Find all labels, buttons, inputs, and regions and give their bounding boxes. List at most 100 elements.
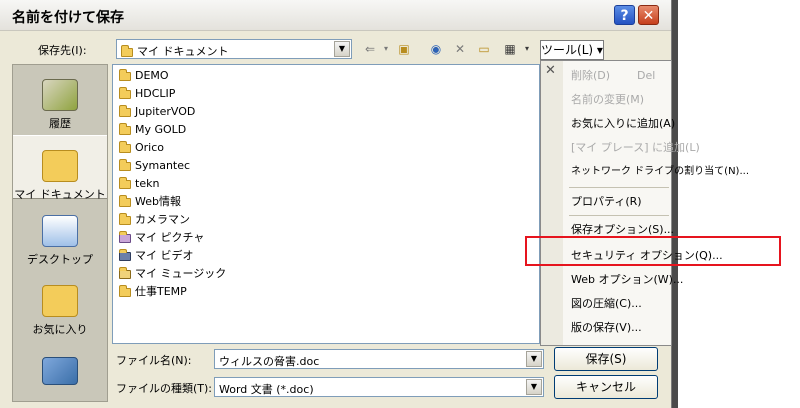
file-name: カメラマン — [135, 213, 190, 226]
place-my-documents[interactable]: マイ ドキュメント — [13, 135, 107, 201]
menu-item-add-to-my-places[interactable]: [マイ プレース] に追加(L) — [571, 137, 700, 159]
chevron-down-icon[interactable]: ▼ — [526, 351, 542, 367]
place-favorites[interactable]: お気に入り — [13, 285, 107, 337]
tools-menu-button[interactable]: ツール(L) ▾ — [540, 40, 604, 60]
outside-area — [672, 0, 800, 408]
folder-icon — [119, 194, 131, 207]
menu-item-web-options[interactable]: Web オプション(W)... — [571, 269, 683, 291]
list-item[interactable]: HDCLIP — [119, 85, 175, 103]
list-item[interactable]: カメラマン — [119, 211, 190, 229]
file-name: DEMO — [135, 69, 169, 82]
list-item[interactable]: Orico — [119, 139, 164, 157]
save-as-dialog: 名前を付けて保存 ? ✕ 保存先(I): マイ ドキュメント ▼ ⇐ ▾ ▣ ◉… — [0, 0, 749, 408]
file-name: Web情報 — [135, 195, 181, 208]
history-icon — [42, 79, 78, 111]
folder-icon — [119, 140, 131, 153]
up-folder-icon[interactable]: ▣ — [394, 40, 414, 58]
filetype-value: Word 文書 (*.doc) — [219, 383, 314, 396]
views-dropdown-icon[interactable]: ▾ — [522, 40, 532, 58]
file-name: tekn — [135, 177, 160, 190]
location-value: マイ ドキュメント — [137, 45, 229, 58]
folder-icon — [119, 122, 131, 135]
places-bar: 履歴 マイ ドキュメント デスクトップ お気に入り — [12, 64, 108, 402]
views-icon[interactable]: ▦ — [500, 40, 520, 58]
file-list[interactable]: DEMO HDCLIP JupiterVOD My GOLD Orico Sym… — [112, 64, 540, 344]
place-label: マイ ドキュメント — [14, 188, 106, 201]
chevron-down-icon[interactable]: ▼ — [334, 41, 350, 57]
chevron-down-icon[interactable]: ▼ — [526, 379, 542, 395]
folder-icon — [119, 284, 131, 297]
my-videos-icon — [119, 248, 131, 261]
menu-item-label: 削除(D) — [571, 69, 611, 82]
place-label: デスクトップ — [27, 253, 93, 266]
list-item[interactable]: マイ ピクチャ — [119, 229, 204, 247]
folder-icon — [119, 86, 131, 99]
file-name: 仕事TEMP — [135, 285, 187, 298]
save-button[interactable]: 保存(S) — [554, 347, 658, 371]
folder-icon — [119, 158, 131, 171]
list-item[interactable]: Web情報 — [119, 193, 181, 211]
list-item[interactable]: マイ ミュージック — [119, 265, 226, 283]
menu-icon-strip — [541, 61, 563, 345]
location-value-wrap: マイ ドキュメント — [121, 43, 229, 59]
folder-icon — [119, 68, 131, 81]
list-item[interactable]: Symantec — [119, 157, 190, 175]
filetype-label: ファイルの種類(T): — [116, 382, 213, 395]
place-label: 履歴 — [49, 117, 71, 130]
folder-icon — [119, 176, 131, 189]
file-name: My GOLD — [135, 123, 187, 136]
new-folder-icon[interactable]: ▭ — [474, 40, 494, 58]
menu-item-save-version[interactable]: 版の保存(V)... — [571, 317, 642, 339]
menu-item-compress-pictures[interactable]: 図の圧縮(C)... — [571, 293, 642, 315]
place-label: お気に入り — [32, 323, 88, 336]
search-web-icon[interactable]: ◉ — [426, 40, 446, 58]
file-name: マイ ピクチャ — [135, 231, 205, 244]
filename-value: ウィルスの脅害.doc — [219, 355, 320, 368]
favorites-icon — [42, 285, 78, 317]
my-pictures-icon — [119, 230, 131, 243]
list-item[interactable]: tekn — [119, 175, 159, 193]
folder-icon — [119, 104, 131, 117]
file-name: マイ ミュージック — [135, 267, 227, 280]
list-item[interactable]: 仕事TEMP — [119, 283, 187, 301]
place-desktop[interactable]: デスクトップ — [13, 215, 107, 267]
list-item[interactable]: JupiterVOD — [119, 103, 195, 121]
my-music-icon — [119, 266, 131, 279]
place-network[interactable] — [13, 357, 107, 389]
delete-icon: ✕ — [545, 63, 556, 78]
folder-icon — [121, 44, 133, 57]
menu-item-properties[interactable]: プロパティ(R) — [571, 191, 642, 213]
highlight-box — [525, 236, 781, 266]
menu-separator — [569, 215, 669, 216]
my-documents-icon — [42, 150, 78, 182]
back-dropdown-icon[interactable]: ▾ — [382, 40, 390, 58]
menu-item-map-network-drive[interactable]: ネットワーク ドライブの割り当て(N)... — [571, 161, 749, 183]
help-button[interactable]: ? — [614, 5, 635, 25]
delete-icon[interactable]: ✕ — [450, 40, 470, 58]
folder-icon — [119, 212, 131, 225]
screenshot: 名前を付けて保存 ? ✕ 保存先(I): マイ ドキュメント ▼ ⇐ ▾ ▣ ◉… — [0, 0, 800, 408]
title-bar: 名前を付けて保存 ? ✕ — [0, 0, 671, 31]
cancel-button[interactable]: キャンセル — [554, 375, 658, 399]
file-name: HDCLIP — [135, 87, 176, 100]
file-name: JupiterVOD — [135, 105, 196, 118]
location-combo[interactable]: マイ ドキュメント ▼ — [116, 39, 352, 59]
back-icon[interactable]: ⇐ — [360, 40, 380, 58]
window-edge — [672, 0, 678, 408]
menu-item-rename[interactable]: 名前の変更(M) — [571, 89, 644, 111]
desktop-icon — [42, 215, 78, 247]
filetype-select[interactable]: Word 文書 (*.doc) ▼ — [214, 377, 544, 397]
location-label: 保存先(I): — [38, 44, 87, 57]
close-button[interactable]: ✕ — [638, 5, 659, 25]
file-name: マイ ビデオ — [135, 249, 194, 262]
list-item[interactable]: My GOLD — [119, 121, 186, 139]
file-name: Orico — [135, 141, 165, 154]
place-history[interactable]: 履歴 — [13, 79, 107, 131]
list-item[interactable]: マイ ビデオ — [119, 247, 194, 265]
network-icon — [42, 357, 78, 385]
tools-menu: ✕ 削除(D) Del 名前の変更(M) お気に入りに追加(A) [マイ プレー… — [540, 60, 749, 346]
menu-item-add-to-favorites[interactable]: お気に入りに追加(A) — [571, 113, 675, 135]
list-item[interactable]: DEMO — [119, 67, 169, 85]
filename-input[interactable]: ウィルスの脅害.doc ▼ — [214, 349, 544, 369]
delete-shortcut: Del — [637, 69, 656, 82]
